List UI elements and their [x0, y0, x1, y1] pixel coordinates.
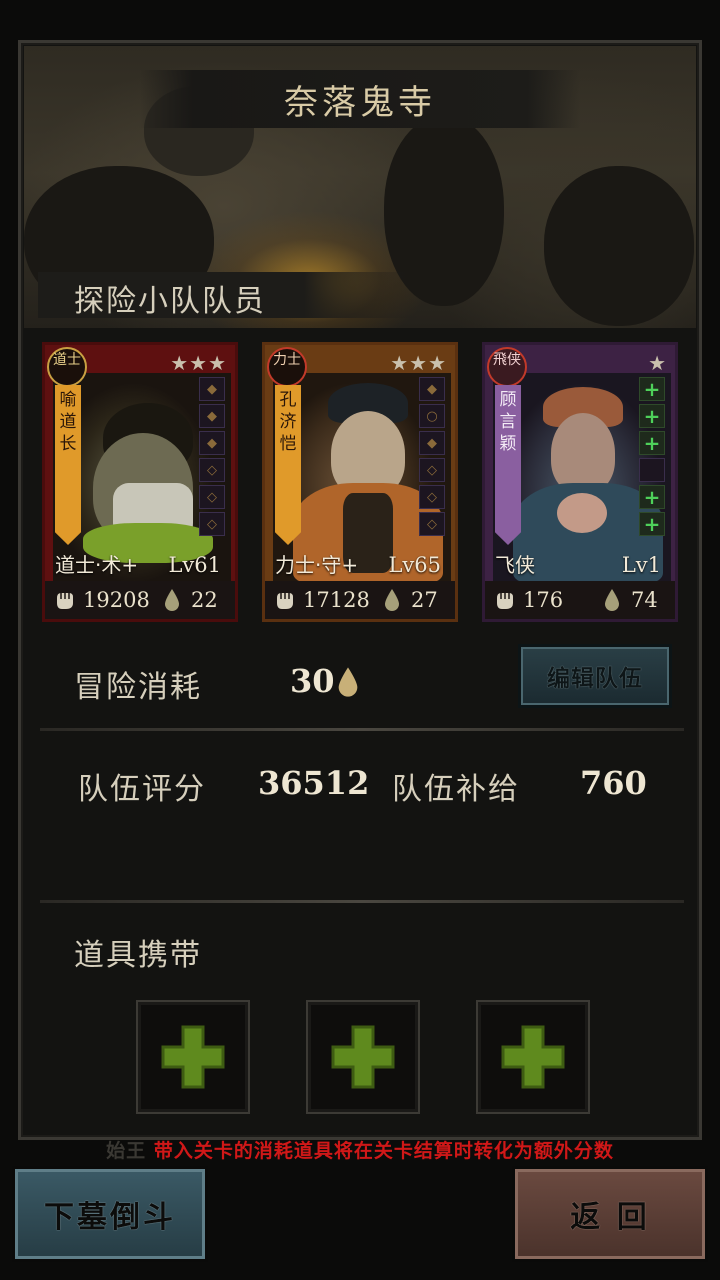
- fist-icon: [57, 593, 73, 609]
- equip-scroll-icon[interactable]: ◇: [419, 512, 445, 536]
- drop-icon: [385, 589, 399, 611]
- drop-icon: [165, 589, 179, 611]
- back-button[interactable]: 返 回: [512, 1166, 708, 1262]
- adventure-cost-value: 30: [290, 662, 335, 700]
- member-cost: 74: [631, 588, 658, 612]
- equip-gem-icon[interactable]: ◇: [199, 458, 225, 482]
- member-class: 飞侠: [495, 553, 535, 577]
- member-power: 19208: [83, 588, 150, 612]
- star-rating: ★: [648, 351, 667, 375]
- item-slot-2[interactable]: [306, 1000, 420, 1114]
- add-equip-icon[interactable]: +: [639, 512, 665, 536]
- empty-slot-icon: [639, 458, 665, 482]
- edit-team-button[interactable]: 编辑队伍: [518, 644, 672, 708]
- member-cost: 27: [411, 588, 438, 612]
- equip-orb-icon[interactable]: ◇: [419, 485, 445, 509]
- equip-boot-icon[interactable]: ◆: [199, 404, 225, 428]
- equip-knife-icon[interactable]: ◆: [419, 377, 445, 401]
- team-section-label: 探险小队队员: [74, 284, 266, 319]
- member-level: Lv61: [168, 553, 221, 577]
- member-name: 顾言颖: [495, 385, 521, 545]
- equip-ring-icon[interactable]: ○: [419, 404, 445, 428]
- divider: [40, 900, 684, 903]
- notice-text: 带入关卡的消耗道具将在关卡结算时转化为额外分数: [153, 1140, 614, 1162]
- add-icon: [161, 1025, 225, 1089]
- equip-orb-icon[interactable]: ◇: [199, 485, 225, 509]
- member-class: 道士·术+: [55, 553, 139, 577]
- add-equip-icon[interactable]: +: [639, 404, 665, 428]
- member-level: Lv65: [388, 553, 441, 577]
- member-power: 17128: [303, 588, 370, 612]
- item-slot-3[interactable]: [476, 1000, 590, 1114]
- stage-title-banner: 奈落鬼寺: [140, 70, 580, 128]
- member-stats: 19208 22: [45, 581, 235, 619]
- equip-fan-icon[interactable]: ◆: [199, 431, 225, 455]
- member-stats: 176 74: [485, 581, 675, 619]
- fist-icon: [497, 593, 513, 609]
- add-icon: [501, 1025, 565, 1089]
- class-badge: 飛侠: [487, 347, 527, 387]
- star-rating: ★★★: [390, 351, 447, 375]
- items-section-label: 道具携带: [74, 938, 202, 973]
- divider: [40, 728, 684, 731]
- member-class: 力士·守+: [275, 553, 359, 577]
- equip-scroll-icon[interactable]: ◇: [199, 512, 225, 536]
- drop-icon: [605, 589, 619, 611]
- equipment-slots: ◆ ○ ◆ ◇ ◇ ◇: [419, 377, 447, 539]
- adventure-cost-label: 冒险消耗: [74, 670, 202, 705]
- add-icon: [331, 1025, 395, 1089]
- team-supply-value: 760: [580, 764, 647, 802]
- member-stats: 17128 27: [265, 581, 455, 619]
- start-expedition-label: 下墓倒斗: [44, 1200, 176, 1235]
- drop-icon: [338, 667, 358, 697]
- equip-blade-icon[interactable]: ◆: [419, 431, 445, 455]
- star-rating: ★★★: [170, 351, 227, 375]
- member-name: 孔济恺: [275, 385, 301, 545]
- class-badge: 力士: [267, 347, 307, 387]
- edit-team-label: 编辑队伍: [547, 665, 643, 692]
- equipment-slots: + + + + +: [639, 377, 667, 539]
- class-badge: 道士: [47, 347, 87, 387]
- equip-gem-icon[interactable]: ◇: [419, 458, 445, 482]
- notice-prefix: 始王: [106, 1140, 147, 1162]
- team-score-value: 36512: [258, 764, 370, 802]
- stage-title: 奈落鬼寺: [284, 82, 436, 123]
- member-card-2[interactable]: 力士 孔济恺 ★★★ ◆ ○ ◆ ◇ ◇ ◇ 力士·守+ Lv65 17128 …: [262, 342, 458, 622]
- equipment-slots: ◆ ◆ ◆ ◇ ◇ ◇: [199, 377, 227, 539]
- member-card-1[interactable]: 道士 喻道长 ★★★ ◆ ◆ ◆ ◇ ◇ ◇ 道士·术+ Lv61 19208 …: [42, 342, 238, 622]
- back-label: 返 回: [570, 1200, 650, 1235]
- member-level: Lv1: [621, 553, 661, 577]
- member-name: 喻道长: [55, 385, 81, 545]
- add-equip-icon[interactable]: +: [639, 377, 665, 401]
- member-power: 176: [523, 588, 564, 612]
- add-equip-icon[interactable]: +: [639, 485, 665, 509]
- equip-ring-icon[interactable]: ◆: [199, 377, 225, 401]
- fist-icon: [277, 593, 293, 609]
- add-equip-icon[interactable]: +: [639, 431, 665, 455]
- item-slot-1[interactable]: [136, 1000, 250, 1114]
- member-card-3[interactable]: 飛侠 顾言颖 ★ + + + + + 飞侠 Lv1 176 74: [482, 342, 678, 622]
- team-supply-label: 队伍补给: [392, 772, 520, 807]
- item-notice: 始王 带入关卡的消耗道具将在关卡结算时转化为额外分数: [0, 1136, 720, 1163]
- team-score-label: 队伍评分: [78, 772, 206, 807]
- start-expedition-button[interactable]: 下墓倒斗: [12, 1166, 208, 1262]
- member-cost: 22: [191, 588, 218, 612]
